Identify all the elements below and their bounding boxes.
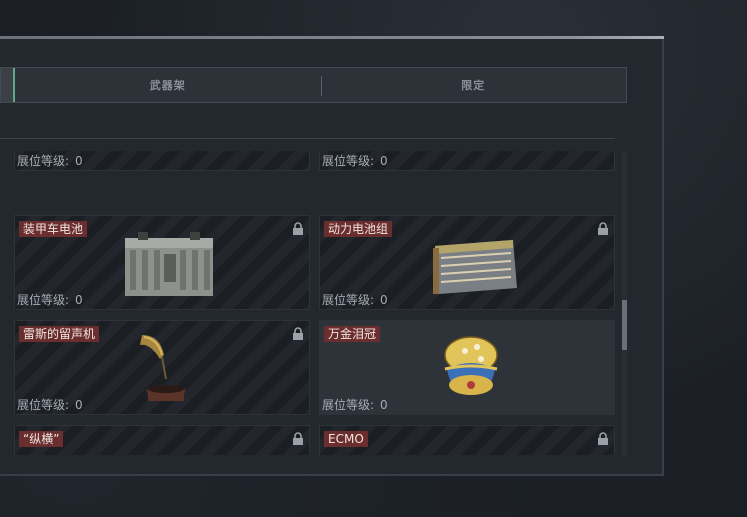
scrollbar-track[interactable]: [622, 152, 627, 457]
item-name-tag: 万金泪冠: [324, 326, 381, 342]
game-screen: 武器架 限定 展位等级: 0 展位等级: 0 装甲车电池 展位等级: 0 动力电…: [0, 0, 747, 517]
battery-icon: [125, 232, 213, 296]
tab-active-indicator[interactable]: [1, 68, 15, 102]
collection-card-battery-pack[interactable]: 动力电池组 展位等级: 0: [319, 215, 615, 310]
collection-card-ecmo[interactable]: ECMO: [319, 425, 615, 455]
lock-icon: [293, 327, 303, 340]
section-divider: [0, 138, 615, 139]
booth-level: 展位等级: 0: [17, 398, 83, 412]
tab-label: 限定: [461, 79, 486, 92]
item-name-tag: 雷斯的留声机: [19, 326, 100, 342]
chessboard-icon: [120, 438, 220, 455]
booth-level: 展位等级: 0: [17, 293, 83, 307]
item-name-tag: ECMO: [324, 431, 368, 447]
tab-label: 武器架: [149, 79, 186, 92]
category-tab-bar: 武器架 限定: [0, 67, 627, 103]
ecmo-machine-icon: [425, 438, 525, 455]
booth-level: 展位等级: 0: [322, 154, 388, 168]
item-name-tag: 动力电池组: [324, 221, 393, 237]
booth-level: 展位等级: 0: [322, 398, 388, 412]
jeweled-egg-icon: [444, 336, 498, 395]
item-name-tag: 装甲车电池: [19, 221, 88, 237]
collection-card-jeweled-egg[interactable]: 万金泪冠 展位等级: 0: [319, 320, 615, 415]
collection-grid: 展位等级: 0 展位等级: 0 装甲车电池 展位等级: 0 动力电池组 展位等级…: [0, 151, 615, 455]
booth-level: 展位等级: 0: [17, 154, 83, 168]
collection-panel: 武器架 限定 展位等级: 0 展位等级: 0 装甲车电池 展位等级: 0 动力电…: [0, 36, 664, 476]
lock-icon: [293, 222, 303, 235]
scrollbar-thumb[interactable]: [622, 300, 627, 350]
booth-level: 展位等级: 0: [322, 293, 388, 307]
lock-icon: [293, 432, 303, 445]
item-name-tag: “纵横”: [19, 431, 64, 447]
collection-card-chessboard[interactable]: “纵横”: [14, 425, 310, 455]
lock-icon: [598, 222, 608, 235]
gramophone-icon: [140, 335, 186, 401]
collection-card[interactable]: 展位等级: 0: [319, 151, 615, 171]
collection-card-armored-battery[interactable]: 装甲车电池 展位等级: 0: [14, 215, 310, 310]
lock-icon: [598, 432, 608, 445]
panel-top-border: [0, 36, 664, 39]
battery-pack-icon: [433, 240, 517, 294]
tab-weapon-rack[interactable]: 武器架: [15, 68, 321, 102]
tab-limited[interactable]: 限定: [320, 68, 627, 102]
collection-card-gramophone[interactable]: 雷斯的留声机 展位等级: 0: [14, 320, 310, 415]
collection-card[interactable]: 展位等级: 0: [14, 151, 310, 171]
